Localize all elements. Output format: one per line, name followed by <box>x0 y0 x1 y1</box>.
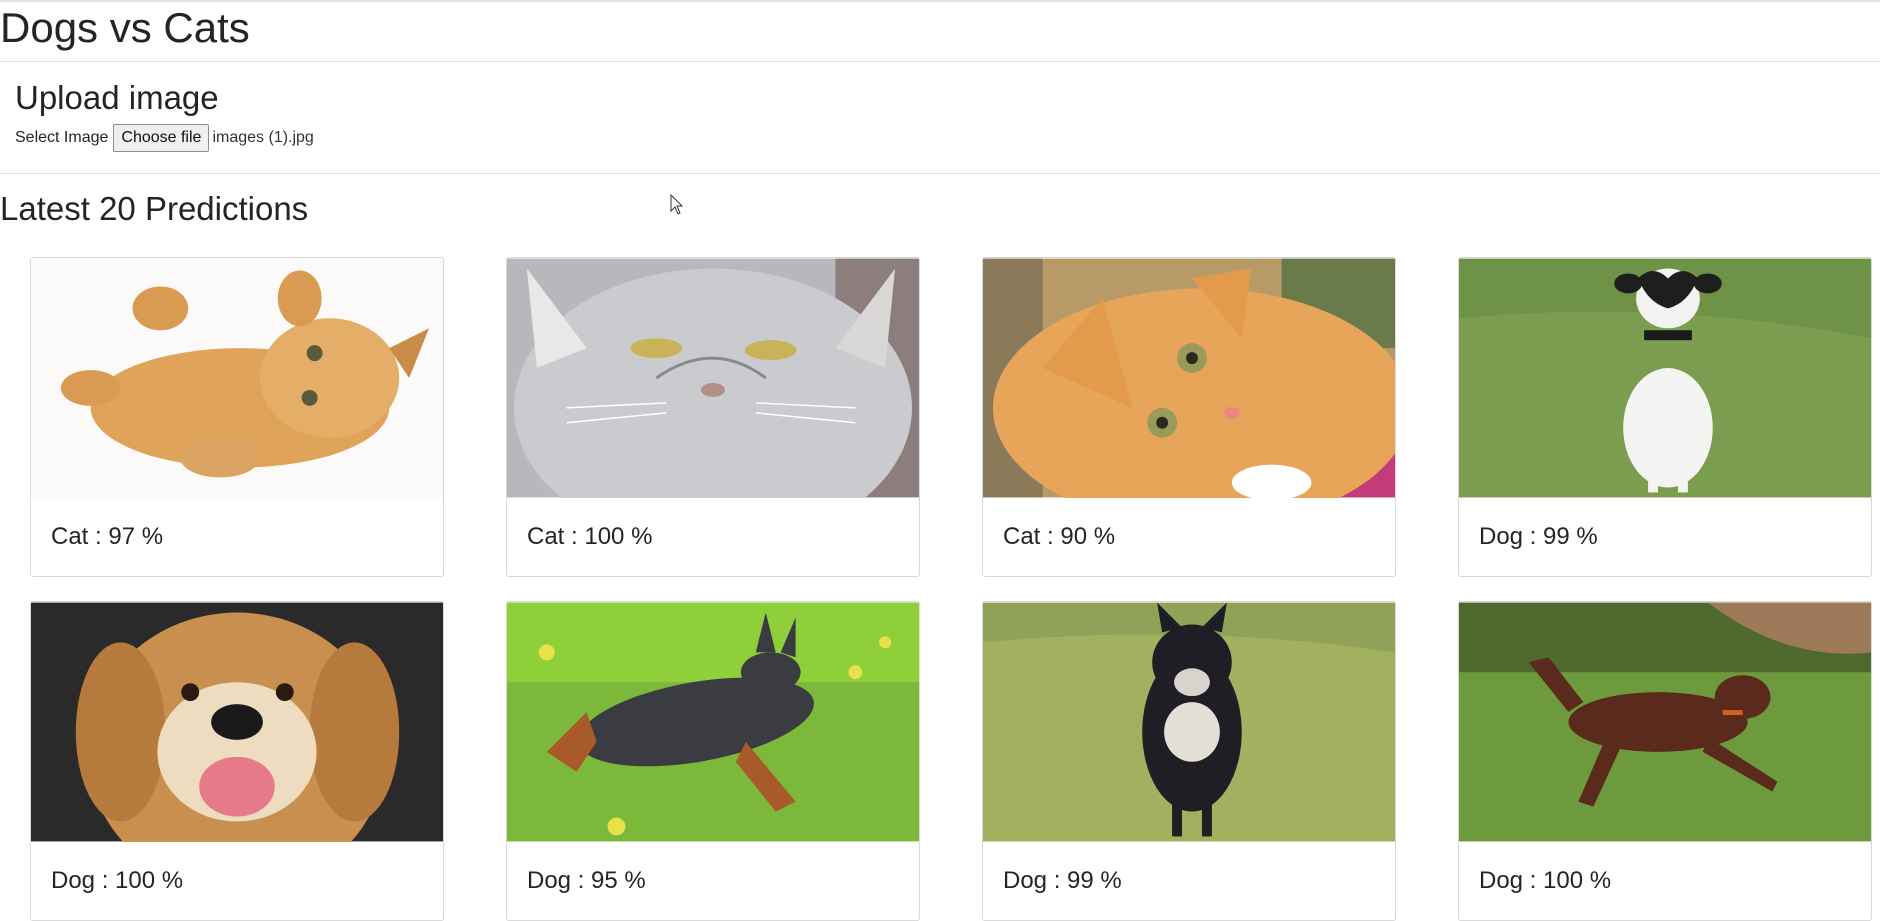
card-body: Dog : 99 % <box>983 842 1395 920</box>
prediction-label: Dog : 100 % <box>51 867 184 894</box>
mouse-cursor-icon <box>670 194 684 215</box>
prediction-card: Cat : 90 % <box>982 257 1396 577</box>
card-body: Cat : 97 % <box>31 498 443 576</box>
dog-photo <box>31 602 443 842</box>
card-body: Dog : 100 % <box>31 842 443 920</box>
cat-photo <box>507 258 919 498</box>
prediction-card: Dog : 95 % <box>506 601 920 921</box>
dog-photo <box>507 602 919 842</box>
prediction-label: Cat : 90 % <box>1003 523 1116 550</box>
card-body: Cat : 90 % <box>983 498 1395 576</box>
dog-photo <box>983 602 1395 842</box>
dog-photo <box>1459 602 1871 842</box>
selected-file-name: images (1).jpg <box>212 129 314 146</box>
select-image-label: Select Image <box>15 129 109 146</box>
predictions-heading: Latest 20 Predictions <box>0 190 309 227</box>
top-rule <box>0 0 1880 2</box>
cat-photo <box>31 258 443 498</box>
upload-form: Select Image Choose file images (1).jpg <box>15 124 314 152</box>
upload-heading: Upload image <box>15 79 219 116</box>
prediction-label: Dog : 100 % <box>1479 867 1612 894</box>
upload-divider <box>0 173 1880 174</box>
prediction-label: Dog : 99 % <box>1003 867 1122 894</box>
card-body: Dog : 99 % <box>1459 498 1871 576</box>
dog-photo <box>1459 258 1871 498</box>
card-body: Dog : 100 % <box>1459 842 1871 920</box>
prediction-card: Dog : 99 % <box>982 601 1396 921</box>
choose-file-button[interactable]: Choose file <box>113 124 210 152</box>
header-divider <box>0 61 1880 62</box>
prediction-card: Cat : 100 % <box>506 257 920 577</box>
cat-photo <box>983 258 1395 498</box>
prediction-label: Cat : 97 % <box>51 523 164 550</box>
prediction-card: Dog : 99 % <box>1458 257 1872 577</box>
prediction-card: Cat : 97 % <box>30 257 444 577</box>
prediction-card: Dog : 100 % <box>30 601 444 921</box>
prediction-label: Dog : 99 % <box>1479 523 1598 550</box>
prediction-label: Cat : 100 % <box>527 523 653 550</box>
prediction-label: Dog : 95 % <box>527 867 646 894</box>
page-title: Dogs vs Cats <box>0 4 250 51</box>
prediction-card: Dog : 100 % <box>1458 601 1872 921</box>
card-body: Cat : 100 % <box>507 498 919 576</box>
card-body: Dog : 95 % <box>507 842 919 920</box>
